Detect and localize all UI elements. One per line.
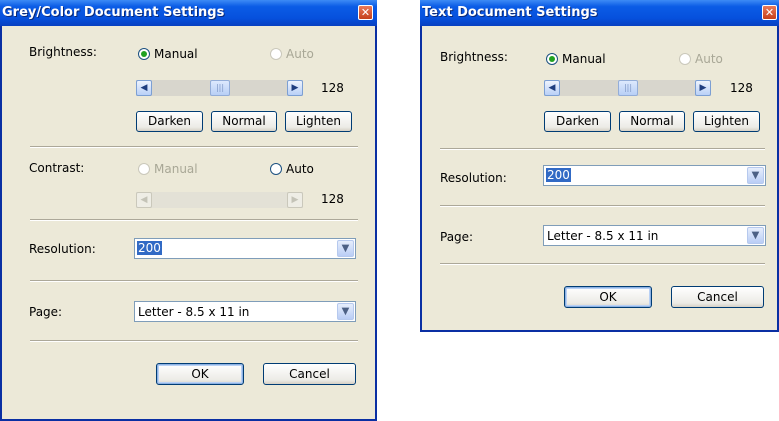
cancel-button[interactable]: Cancel [671,286,764,308]
text-dialog-title: Text Document Settings [422,5,598,20]
contrast-auto-label: Auto [286,162,314,176]
grey-dialog-title-bar[interactable]: Grey/Color Document Settings ✕ [0,0,377,26]
radio-disabled-icon [270,48,282,60]
resolution-value: 200 [546,168,571,182]
brightness-auto-label: Auto [695,52,723,66]
right-arrow-icon: ▶ [287,192,303,208]
radio-disabled-icon [138,163,150,175]
contrast-value: 128 [321,192,344,206]
slider-thumb[interactable]: ||| [618,80,638,96]
brightness-label: Brightness: [29,45,97,59]
radio-selected-icon [138,48,150,60]
lighten-button[interactable]: Lighten [285,111,352,132]
page-label: Page: [29,305,63,319]
right-arrow-icon[interactable]: ▶ [695,80,711,96]
normal-button[interactable]: Normal [619,111,685,132]
ok-button[interactable]: OK [156,363,244,385]
text-dialog-title-bar[interactable]: Text Document Settings ✕ [420,0,779,26]
resolution-value: 200 [137,241,162,255]
brightness-slider[interactable]: ◀ ||| ▶ [136,80,303,96]
separator [30,219,358,221]
separator [30,146,358,148]
page-select[interactable]: Letter - 8.5 x 11 in ▼ [543,225,766,246]
resolution-select[interactable]: 200 ▼ [543,165,766,186]
resolution-label: Resolution: [440,171,507,185]
ok-button[interactable]: OK [564,286,652,308]
brightness-manual-radio[interactable]: Manual [138,47,198,61]
separator [440,263,765,265]
left-arrow-icon: ◀ [136,192,152,208]
brightness-label: Brightness: [440,50,508,64]
radio-unselected-icon [270,163,282,175]
brightness-manual-label: Manual [562,52,606,66]
chevron-down-icon[interactable]: ▼ [747,167,764,184]
close-icon[interactable]: ✕ [358,5,373,20]
darken-button[interactable]: Darken [544,111,611,132]
left-arrow-icon[interactable]: ◀ [544,80,560,96]
chevron-down-icon[interactable]: ▼ [337,303,354,320]
contrast-auto-radio[interactable]: Auto [270,162,314,176]
grey-dialog-title: Grey/Color Document Settings [2,5,225,20]
resolution-label: Resolution: [29,242,96,256]
page-value: Letter - 8.5 x 11 in [138,305,250,319]
right-arrow-icon[interactable]: ▶ [287,80,303,96]
contrast-manual-label: Manual [154,162,198,176]
radio-selected-icon [546,53,558,65]
page-label: Page: [440,230,474,244]
page-value: Letter - 8.5 x 11 in [547,229,659,243]
normal-button[interactable]: Normal [211,111,277,132]
grey-color-settings-dialog: Grey/Color Document Settings ✕ Brightnes… [0,0,377,421]
contrast-manual-radio: Manual [138,162,198,176]
slider-thumb[interactable]: ||| [210,80,230,96]
chevron-down-icon[interactable]: ▼ [337,240,354,257]
lighten-button[interactable]: Lighten [693,111,760,132]
text-settings-dialog: Text Document Settings ✕ Brightness: Man… [420,0,779,332]
brightness-auto-radio: Auto [679,52,723,66]
close-icon[interactable]: ✕ [762,5,777,20]
cancel-button[interactable]: Cancel [263,363,356,385]
brightness-manual-radio[interactable]: Manual [546,52,606,66]
separator [440,148,765,150]
brightness-value: 128 [321,81,344,95]
darken-button[interactable]: Darken [136,111,203,132]
radio-disabled-icon [679,53,691,65]
separator [30,340,358,342]
brightness-value: 128 [730,81,753,95]
page-select[interactable]: Letter - 8.5 x 11 in ▼ [134,301,356,322]
contrast-label: Contrast: [29,161,85,175]
brightness-auto-radio: Auto [270,47,314,61]
separator [440,205,765,207]
brightness-auto-label: Auto [286,47,314,61]
contrast-slider: ◀ ▶ [136,192,303,208]
brightness-manual-label: Manual [154,47,198,61]
separator [30,280,358,282]
brightness-slider[interactable]: ◀ ||| ▶ [544,80,711,96]
chevron-down-icon[interactable]: ▼ [747,227,764,244]
left-arrow-icon[interactable]: ◀ [136,80,152,96]
resolution-select[interactable]: 200 ▼ [134,238,356,259]
